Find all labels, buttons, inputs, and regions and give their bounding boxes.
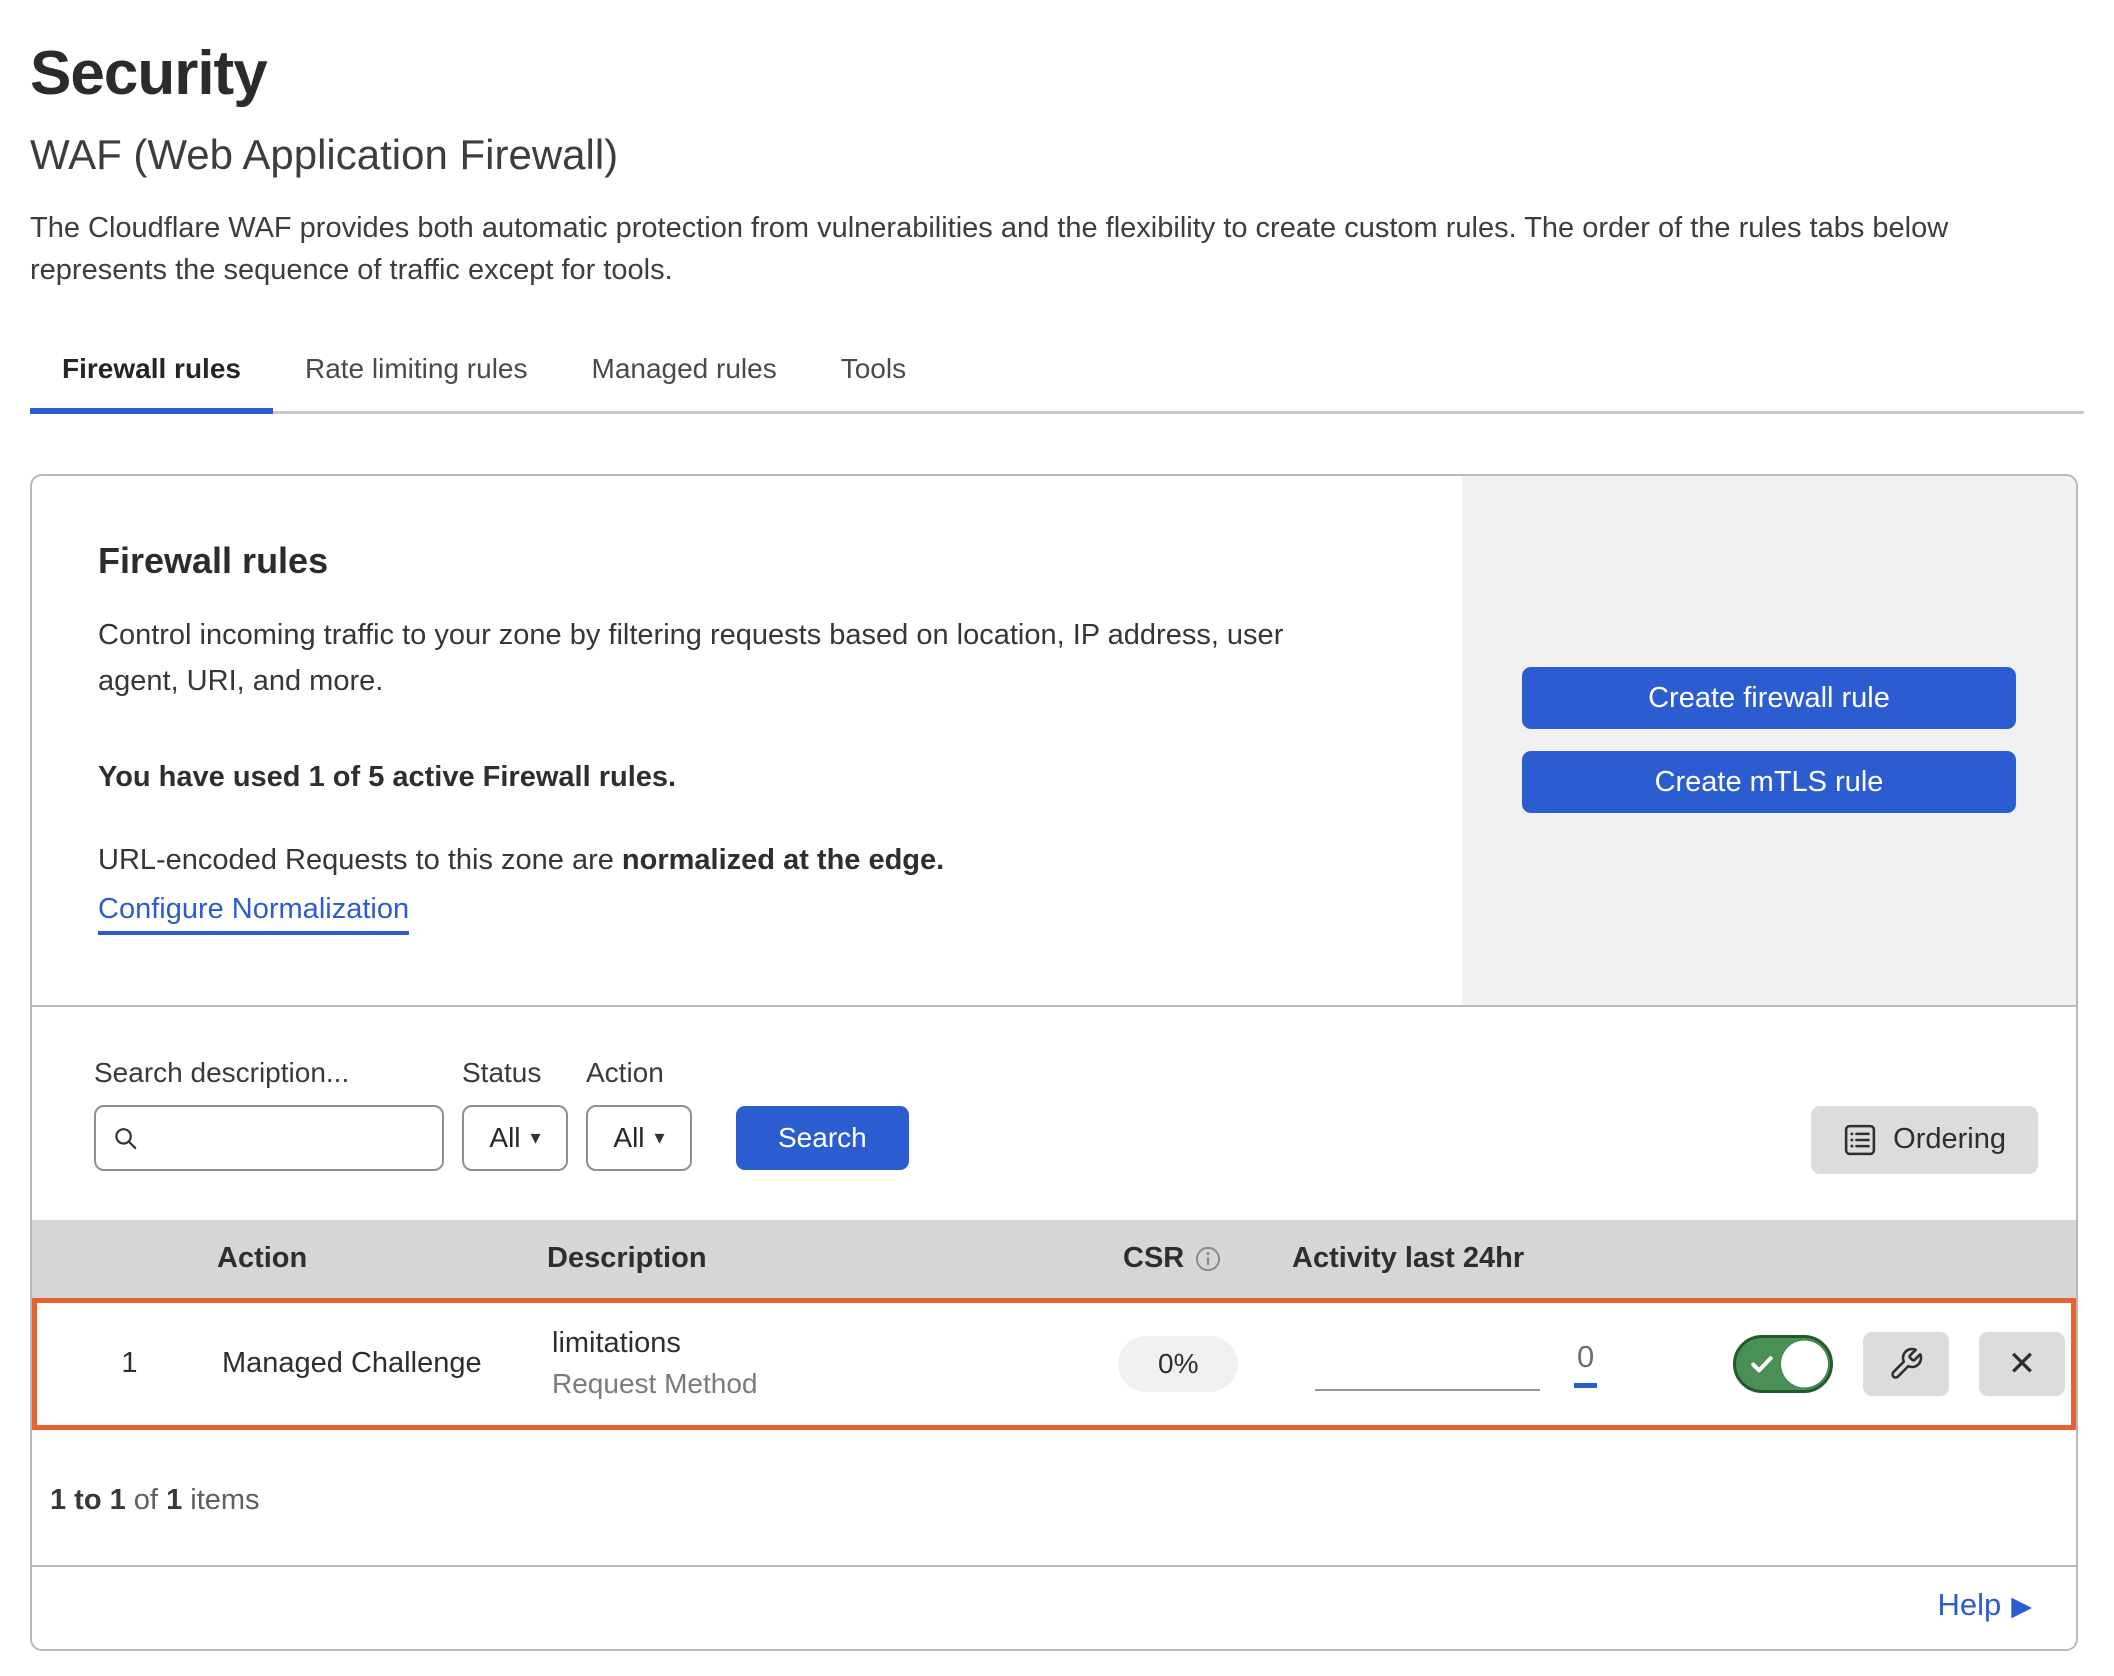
check-icon — [1748, 1350, 1776, 1378]
tab-firewall-rules[interactable]: Firewall rules — [30, 337, 273, 411]
panel-description: Control incoming traffic to your zone by… — [98, 612, 1372, 705]
rule-action: Managed Challenge — [222, 1347, 552, 1380]
configure-normalization-link[interactable]: Configure Normalization — [98, 893, 409, 935]
search-input[interactable] — [148, 1121, 426, 1155]
ordering-button[interactable]: Ordering — [1811, 1106, 2038, 1174]
usage-text: You have used 1 of 5 active Firewall rul… — [98, 761, 1372, 794]
list-ordering-icon — [1843, 1123, 1877, 1157]
panel-title: Firewall rules — [98, 540, 1372, 582]
actions-panel: Create firewall rule Create mTLS rule — [1462, 476, 2076, 1005]
csr-column-label: CSR — [1123, 1242, 1184, 1275]
search-button[interactable]: Search — [736, 1106, 909, 1170]
info-icon[interactable] — [1194, 1245, 1222, 1273]
activity-column-header: Activity last 24hr — [1256, 1242, 1676, 1275]
normalization-text: URL-encoded Requests to this zone are no… — [98, 844, 1372, 877]
help-row: Help ▶ — [32, 1565, 2076, 1649]
status-select[interactable]: All ▾ — [462, 1105, 568, 1171]
status-select-value: All — [489, 1122, 520, 1154]
summary-range: 1 to 1 — [50, 1484, 126, 1516]
action-select-value: All — [613, 1122, 644, 1154]
status-label: Status — [462, 1057, 568, 1089]
chevron-down-icon: ▾ — [531, 1128, 541, 1148]
rule-controls-cell: ✕ — [1671, 1332, 2071, 1396]
rule-description-cell: limitations Request Method — [552, 1327, 1076, 1400]
firewall-rules-card: Firewall rules Control incoming traffic … — [30, 474, 2078, 1651]
tab-bar: Firewall rules Rate limiting rules Manag… — [30, 337, 2084, 414]
help-link[interactable]: Help ▶ — [1937, 1587, 2032, 1622]
help-label: Help — [1937, 1587, 2001, 1622]
arrow-right-icon: ▶ — [2011, 1591, 2032, 1621]
activity-sparkline — [1315, 1337, 1540, 1391]
tab-managed-rules[interactable]: Managed rules — [560, 337, 809, 411]
toggle-knob — [1781, 1340, 1828, 1387]
items-summary: 1 to 1 of 1 items — [32, 1430, 2076, 1565]
search-label: Search description... — [94, 1057, 444, 1089]
filter-bar: Search description... Status All ▾ Actio… — [32, 1007, 2076, 1220]
table-header: Action Description CSR Activity last 24h… — [32, 1220, 2076, 1298]
page-title: Security — [30, 38, 2084, 109]
rule-priority: 1 — [37, 1347, 222, 1380]
activity-count-link[interactable]: 0 — [1574, 1339, 1597, 1388]
edit-rule-button[interactable] — [1863, 1332, 1949, 1396]
action-column-header: Action — [217, 1242, 547, 1275]
rule-description: limitations — [552, 1327, 1076, 1360]
tab-rate-limiting-rules[interactable]: Rate limiting rules — [273, 337, 560, 411]
wrench-icon — [1888, 1346, 1924, 1382]
rule-enabled-toggle[interactable] — [1733, 1335, 1833, 1393]
close-icon: ✕ — [2008, 1347, 2037, 1381]
action-label: Action — [586, 1057, 692, 1089]
search-icon — [112, 1123, 138, 1153]
ordering-button-label: Ordering — [1893, 1123, 2006, 1156]
page-description: The Cloudflare WAF provides both automat… — [30, 207, 2080, 291]
security-waf-page: Security WAF (Web Application Firewall) … — [0, 38, 2114, 1676]
table-row-rule-1[interactable]: 1 Managed Challenge limitations Request … — [32, 1298, 2076, 1430]
summary-of: of — [126, 1484, 166, 1516]
create-mtls-rule-button[interactable]: Create mTLS rule — [1522, 751, 2016, 813]
delete-rule-button[interactable]: ✕ — [1979, 1332, 2065, 1396]
csr-badge: 0% — [1118, 1336, 1238, 1392]
summary-items: items — [182, 1484, 259, 1516]
summary-count: 1 — [166, 1484, 182, 1516]
normalization-prefix: URL-encoded Requests to this zone are — [98, 844, 622, 876]
tab-tools[interactable]: Tools — [809, 337, 938, 411]
description-column-header: Description — [547, 1242, 1081, 1275]
chevron-down-icon: ▾ — [655, 1128, 665, 1148]
search-input-wrapper — [94, 1105, 444, 1171]
rule-csr-cell: 0% — [1076, 1336, 1251, 1392]
page-subtitle: WAF (Web Application Firewall) — [30, 131, 2084, 179]
normalization-bold: normalized at the edge. — [622, 844, 944, 876]
rule-expression: Request Method — [552, 1368, 1076, 1400]
csr-column-header: CSR — [1081, 1242, 1256, 1275]
create-firewall-rule-button[interactable]: Create firewall rule — [1522, 667, 2016, 729]
action-select[interactable]: All ▾ — [586, 1105, 692, 1171]
firewall-rules-summary-section: Firewall rules Control incoming traffic … — [32, 476, 2076, 1007]
rule-activity-cell: 0 — [1251, 1337, 1671, 1391]
